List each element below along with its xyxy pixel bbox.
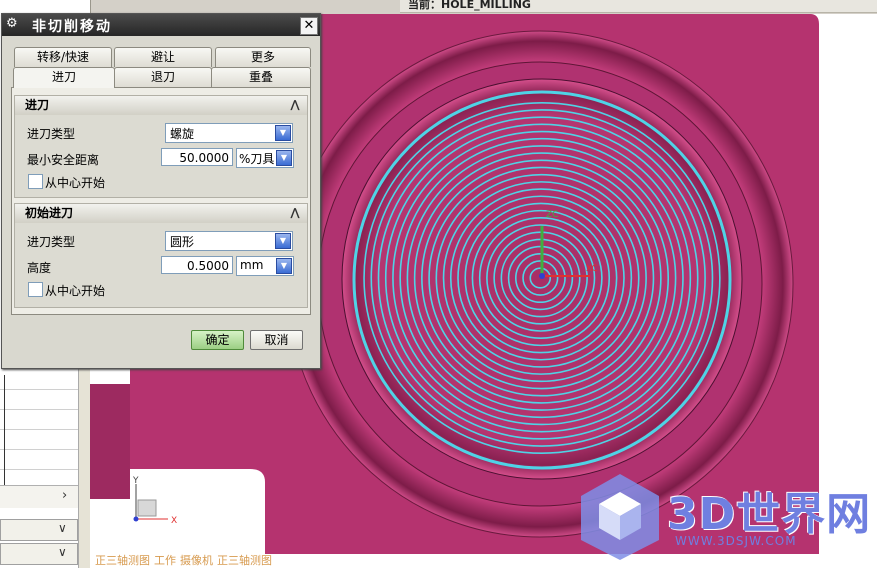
- axis-label-xc: XC: [586, 264, 598, 274]
- chevron-down-icon[interactable]: ∨: [58, 521, 67, 535]
- horizontal-scrollbar[interactable]: ›: [0, 485, 78, 508]
- view-status-text: 正三轴测图 工作 摄像机 正三轴测图: [95, 554, 272, 567]
- list-item[interactable]: [0, 390, 78, 410]
- initial-engage-type-label: 进刀类型: [27, 235, 76, 249]
- height-label: 高度: [27, 261, 52, 275]
- height-input[interactable]: 0.5000: [161, 256, 233, 274]
- axis-label-x: X: [171, 516, 177, 526]
- start-from-center-checkbox[interactable]: [28, 174, 43, 189]
- tab-more[interactable]: 更多: [215, 47, 311, 67]
- engage-type-label: 进刀类型: [27, 127, 76, 141]
- group-body-engage: 进刀类型 螺旋 ▼ 最小安全距离 50.0000 %刀具 ▼ 从中心开始: [14, 115, 308, 198]
- chevron-down-icon: ▼: [275, 125, 291, 141]
- close-icon[interactable]: ✕: [300, 17, 318, 35]
- non-cutting-moves-dialog: ⚙ 非切削移动 ✕ 转移/快速 避让 更多 进刀 退刀 重叠 进刀 ⋀ 进刀类型…: [1, 13, 321, 369]
- chevron-down-icon: ▼: [275, 233, 291, 249]
- list-item[interactable]: [0, 450, 78, 470]
- cancel-button[interactable]: 取消: [250, 330, 303, 350]
- scroll-right-icon[interactable]: ›: [62, 488, 67, 503]
- list-item[interactable]: [0, 370, 78, 390]
- current-operation-bar: 当前：HOLE_MILLING: [400, 0, 877, 13]
- dialog-title-bar[interactable]: ⚙ 非切削移动 ✕: [2, 14, 320, 36]
- axis-label-y: Y: [132, 476, 139, 486]
- height-unit-select[interactable]: mm ▼: [236, 256, 294, 276]
- current-operation-label: 当前：HOLE_MILLING: [408, 0, 531, 11]
- chevron-up-icon[interactable]: ⋀: [287, 205, 303, 221]
- tab-transfer-rapid[interactable]: 转移/快速: [14, 47, 112, 67]
- engage-type-select[interactable]: 螺旋 ▼: [165, 123, 293, 143]
- min-clearance-label: 最小安全距离: [27, 153, 100, 167]
- part-block-shadow-face: [90, 384, 130, 499]
- axis-label-zc: ZC: [546, 210, 558, 220]
- panel-combo[interactable]: ∨: [0, 543, 78, 565]
- panel-combo[interactable]: ∨: [0, 519, 78, 541]
- group-body-initial-engage: 进刀类型 圆形 ▼ 高度 0.5000 mm ▼ 从中心开始: [14, 223, 308, 308]
- watermark-url: WWW.3DSJW.COM: [675, 534, 797, 548]
- list-item[interactable]: [0, 430, 78, 450]
- initial-start-from-center-label: 从中心开始: [45, 284, 106, 298]
- view-triad: Y X: [132, 476, 177, 526]
- dialog-title: 非切削移动: [32, 19, 112, 35]
- engage-tab-panel: 进刀 ⋀ 进刀类型 螺旋 ▼ 最小安全距离 50.0000 %刀具 ▼ 从中心开…: [11, 87, 311, 315]
- tab-overlap[interactable]: 重叠: [211, 67, 311, 87]
- ok-button[interactable]: 确定: [191, 330, 244, 350]
- group-title: 进刀: [25, 98, 50, 112]
- chevron-up-icon[interactable]: ⋀: [287, 97, 303, 113]
- list-item[interactable]: [0, 410, 78, 430]
- chevron-down-icon: ▼: [276, 258, 292, 274]
- watermark-title: 3D世界网: [667, 489, 872, 540]
- chevron-down-icon[interactable]: ∨: [58, 545, 67, 559]
- min-clearance-input[interactable]: 50.0000: [161, 148, 233, 166]
- initial-start-from-center-checkbox[interactable]: [28, 282, 43, 297]
- tab-avoidance[interactable]: 避让: [114, 47, 212, 67]
- tab-retract[interactable]: 退刀: [114, 67, 212, 87]
- min-clearance-unit-select[interactable]: %刀具 ▼: [236, 148, 294, 168]
- start-from-center-label: 从中心开始: [45, 176, 106, 190]
- tab-engage[interactable]: 进刀: [13, 67, 115, 88]
- group-header-initial-engage[interactable]: 初始进刀 ⋀: [14, 203, 308, 224]
- tree-line: [4, 375, 5, 485]
- chevron-down-icon: ▼: [276, 150, 292, 166]
- group-header-engage[interactable]: 进刀 ⋀: [14, 95, 308, 116]
- group-title: 初始进刀: [25, 206, 74, 220]
- cube-logo-icon: [581, 474, 659, 560]
- watermark: 3D世界网 WWW.3DSJW.COM: [575, 470, 875, 565]
- gear-icon[interactable]: ⚙: [6, 17, 20, 31]
- initial-engage-type-select[interactable]: 圆形 ▼: [165, 231, 293, 251]
